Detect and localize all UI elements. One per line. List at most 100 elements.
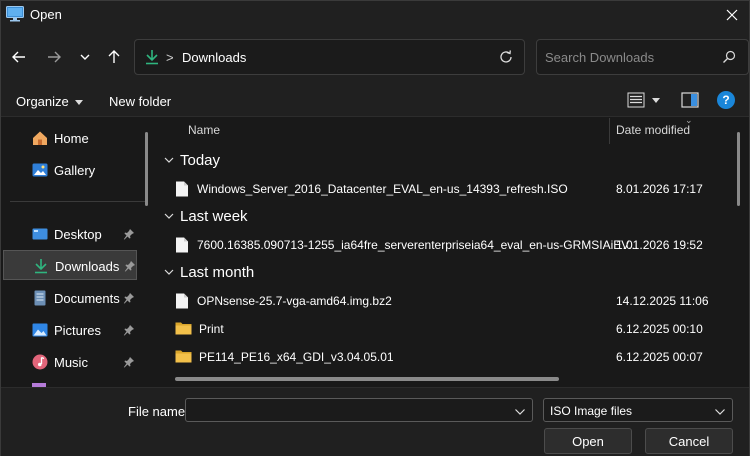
group-header-last-week[interactable]: Last week xyxy=(163,205,248,227)
refresh-icon xyxy=(500,50,512,63)
arrow-right-icon xyxy=(48,51,61,63)
sidebar-item-label: Home xyxy=(54,131,89,146)
chevron-down-icon xyxy=(164,157,174,163)
recent-locations-button[interactable] xyxy=(73,45,97,69)
column-divider[interactable] xyxy=(609,118,610,144)
sidebar-item-label: Gallery xyxy=(54,163,96,178)
preview-pane-icon xyxy=(681,92,699,108)
chevron-down-icon xyxy=(164,213,174,219)
group-header-today[interactable]: Today xyxy=(163,149,220,171)
file-row[interactable]: 7600.16385.090713-1255_ia64fre_serverent… xyxy=(175,232,735,258)
organize-label: Organize xyxy=(16,94,69,109)
file-list: ⌄ Name Date modified Today Windows_Serve… xyxy=(157,118,749,387)
sidebar-item-label: Documents xyxy=(54,291,120,306)
folder-name: PE114_PE16_x64_GDI_v3.04.05.01 xyxy=(199,350,394,364)
sidebar-item-desktop[interactable]: Desktop xyxy=(3,219,137,249)
file-icon xyxy=(175,293,189,312)
sidebar-item-documents[interactable]: Documents xyxy=(3,283,137,313)
view-options-button[interactable] xyxy=(627,92,645,111)
title-bar: Open xyxy=(1,1,749,29)
desktop-icon xyxy=(32,226,48,242)
vertical-scrollbar[interactable] xyxy=(737,132,740,206)
group-label: Last week xyxy=(180,207,248,225)
navigation-pane: Home Gallery Desktop Downloads Documents… xyxy=(1,118,156,387)
folder-row[interactable]: PE114_PE16_x64_GDI_v3.04.05.01 6.12.2025… xyxy=(175,344,735,370)
sidebar-divider xyxy=(10,201,145,202)
group-label: Today xyxy=(180,151,221,169)
sidebar-item-label: Pictures xyxy=(54,323,101,338)
breadcrumb-separator: > xyxy=(166,50,174,65)
search-input[interactable] xyxy=(537,40,717,74)
up-button[interactable] xyxy=(102,45,126,69)
file-name: Windows_Server_2016_Datacenter_EVAL_en-u… xyxy=(197,182,568,196)
sidebar-item-downloads[interactable]: Downloads xyxy=(3,250,137,280)
pin-icon xyxy=(123,292,135,307)
file-date: 14.12.2025 11:06 xyxy=(616,294,709,308)
organize-menu-button[interactable]: Organize xyxy=(16,94,83,109)
horizontal-scrollbar[interactable] xyxy=(175,377,559,381)
file-type-select[interactable]: ISO Image files xyxy=(543,398,733,422)
open-button[interactable]: Open xyxy=(544,428,632,454)
sidebar-item-pictures[interactable]: Pictures xyxy=(3,315,137,345)
cancel-button[interactable]: Cancel xyxy=(645,428,733,454)
folder-row[interactable]: Print 6.12.2025 00:10 xyxy=(175,316,735,342)
gallery-icon xyxy=(32,162,48,178)
folder-name: Print xyxy=(199,322,224,336)
pin-icon xyxy=(123,324,135,339)
pin-icon xyxy=(123,228,135,243)
open-dialog: Open > Downloads Search Downloads Organi… xyxy=(0,0,750,456)
help-button[interactable]: ? xyxy=(717,91,735,109)
chevron-down-icon[interactable] xyxy=(514,406,526,420)
app-icon xyxy=(6,6,24,22)
breadcrumb-downloads[interactable]: Downloads xyxy=(182,50,246,65)
file-row[interactable]: Windows_Server_2016_Datacenter_EVAL_en-u… xyxy=(175,176,735,202)
command-bar: Organize New folder ? xyxy=(1,85,749,117)
refresh-button[interactable] xyxy=(498,49,514,68)
column-header-date-modified[interactable]: Date modified xyxy=(616,123,690,149)
file-type-value: ISO Image files xyxy=(550,404,633,418)
sidebar-item-label: Desktop xyxy=(54,227,102,242)
sidebar-item-music[interactable]: Music xyxy=(3,347,137,377)
download-icon xyxy=(144,49,160,68)
group-header-last-month[interactable]: Last month xyxy=(163,261,254,283)
preview-pane-button[interactable] xyxy=(681,92,699,111)
file-name-combobox[interactable] xyxy=(185,398,533,422)
pin-icon xyxy=(123,356,135,371)
pin-icon xyxy=(124,260,136,275)
folder-icon xyxy=(175,349,192,366)
sidebar-item-gallery[interactable]: Gallery xyxy=(3,155,137,185)
sidebar-item-home[interactable]: Home xyxy=(3,123,137,153)
address-bar[interactable]: > Downloads xyxy=(134,39,525,75)
window-title: Open xyxy=(30,7,62,22)
sidebar-item-label: Music xyxy=(54,355,88,370)
column-header-name[interactable]: Name xyxy=(188,123,220,149)
file-row[interactable]: OPNsense-25.7-vga-amd64.img.bz2 14.12.20… xyxy=(175,288,735,314)
folder-icon xyxy=(175,321,192,338)
file-name-input[interactable] xyxy=(186,399,506,421)
sidebar-item-label: Downloads xyxy=(55,259,120,274)
back-button[interactable] xyxy=(7,45,31,69)
pictures-icon xyxy=(32,322,48,338)
chevron-down-icon xyxy=(714,406,726,420)
close-button[interactable] xyxy=(715,1,749,29)
file-name-label: File name: xyxy=(128,404,189,419)
new-folder-button[interactable]: New folder xyxy=(109,94,171,109)
view-options-caret-icon[interactable] xyxy=(652,98,660,103)
forward-button[interactable] xyxy=(42,45,66,69)
chevron-down-icon xyxy=(164,269,174,275)
file-date: 1.01.2026 19:52 xyxy=(616,238,703,252)
file-date: 6.12.2025 00:07 xyxy=(616,350,703,364)
group-label: Last month xyxy=(180,263,255,281)
home-icon xyxy=(32,130,48,146)
arrow-up-icon xyxy=(108,50,120,63)
search-icon[interactable] xyxy=(722,50,736,67)
sidebar-scrollbar[interactable] xyxy=(145,132,148,206)
file-icon xyxy=(175,237,189,256)
file-date: 6.12.2025 00:10 xyxy=(616,322,703,336)
search-box[interactable] xyxy=(536,39,749,75)
download-icon xyxy=(33,258,49,274)
file-name: 7600.16385.090713-1255_ia64fre_serverent… xyxy=(197,238,639,252)
caret-down-icon xyxy=(74,100,83,106)
chevron-down-icon xyxy=(80,54,90,60)
close-icon xyxy=(726,9,738,21)
